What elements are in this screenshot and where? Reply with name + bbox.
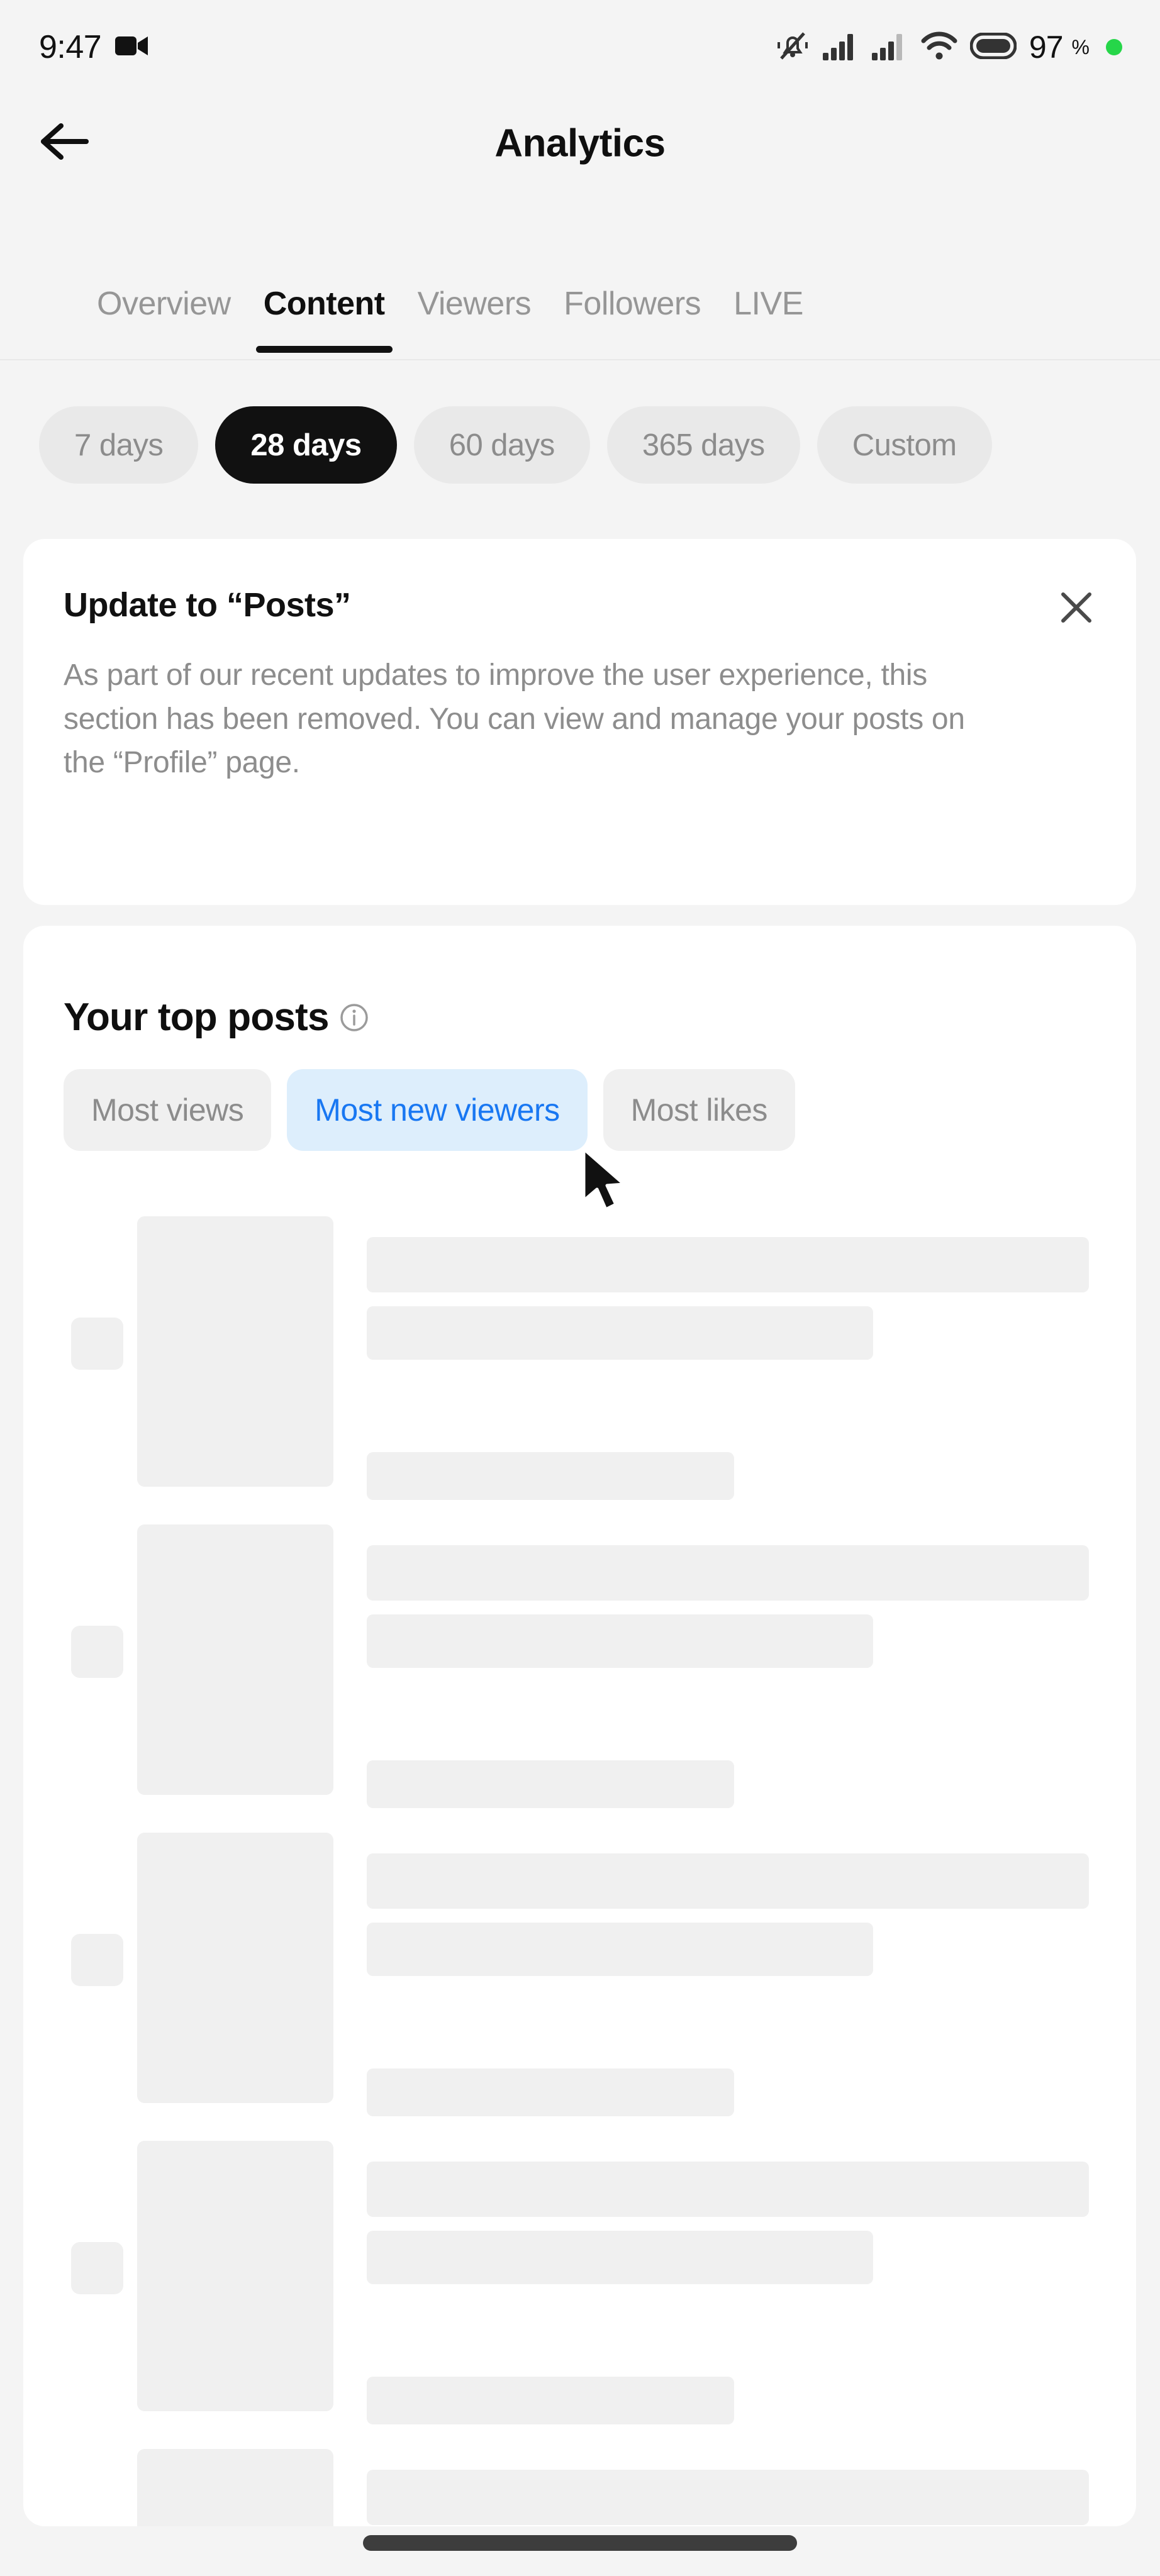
skeleton-checkbox — [71, 1934, 123, 1986]
notice-close-button[interactable] — [1056, 588, 1097, 630]
range-chip-custom[interactable]: Custom — [817, 406, 992, 484]
tab-overview[interactable]: Overview — [81, 247, 247, 359]
mouse-cursor — [580, 1146, 637, 1216]
info-circle-icon[interactable] — [339, 1002, 369, 1033]
cellular-signal-icon — [871, 31, 908, 64]
list-item — [23, 1524, 1136, 1833]
bell-muted-icon — [775, 28, 810, 67]
wifi-icon — [921, 31, 957, 64]
home-indicator-bar[interactable] — [363, 2535, 797, 2551]
skeleton-thumbnail — [137, 1216, 333, 1487]
posts-update-notice-card: Update to “Posts” As part of our recent … — [23, 539, 1136, 905]
skeleton-thumbnail — [137, 2141, 333, 2411]
tab-viewers[interactable]: Viewers — [401, 247, 548, 359]
skeleton-checkbox — [71, 1626, 123, 1678]
cellular-signal-icon — [822, 31, 859, 64]
top-posts-skeleton-list — [23, 1216, 1136, 2526]
page-title: Analytics — [494, 121, 666, 165]
range-chip-365-days[interactable]: 365 days — [606, 406, 800, 484]
close-icon — [1057, 588, 1096, 630]
skeleton-line-meta — [367, 1452, 734, 1500]
top-posts-sort-filter[interactable]: Most views Most new viewers Most likes — [64, 1069, 1136, 1151]
app-header: Analytics — [0, 94, 1160, 192]
skeleton-line-secondary — [367, 1306, 873, 1360]
range-chip-60-days[interactable]: 60 days — [413, 406, 590, 484]
battery-percent-symbol: % — [1071, 35, 1090, 58]
tab-content[interactable]: Content — [247, 247, 401, 359]
skeleton-line-primary — [367, 2470, 1089, 2525]
list-item — [23, 1833, 1136, 2141]
sort-chip-most-views[interactable]: Most views — [64, 1069, 272, 1151]
phone-screen: 9:47 97 % Analytics Overview Content Vie… — [0, 0, 1160, 2576]
skeleton-line-secondary — [367, 2231, 873, 2284]
skeleton-thumbnail — [137, 2449, 333, 2526]
range-chip-28-days[interactable]: 28 days — [215, 406, 397, 484]
date-range-filter[interactable]: 7 days 28 days 60 days 365 days Custom — [0, 362, 1160, 528]
sort-chip-most-likes[interactable]: Most likes — [603, 1069, 795, 1151]
status-bar: 9:47 97 % — [0, 0, 1160, 94]
video-camera-icon — [115, 34, 149, 61]
skeleton-line-secondary — [367, 1923, 873, 1976]
skeleton-line-meta — [367, 1760, 734, 1808]
status-bar-right: 97 % — [775, 28, 1122, 67]
range-chip-7-days[interactable]: 7 days — [39, 406, 199, 484]
analytics-tabs[interactable]: Overview Content Viewers Followers LIVE — [0, 247, 1160, 360]
skeleton-line-secondary — [367, 1614, 873, 1668]
status-bar-left: 9:47 — [39, 28, 149, 66]
battery-percent: 97 — [1029, 30, 1064, 65]
tab-live[interactable]: LIVE — [717, 247, 820, 359]
skeleton-thumbnail — [137, 1524, 333, 1795]
list-item — [23, 1216, 1136, 1524]
status-time: 9:47 — [39, 29, 102, 65]
list-item — [23, 2449, 1136, 2526]
green-recording-dot — [1106, 39, 1122, 55]
top-posts-title: Your top posts — [64, 996, 329, 1039]
notice-title: Update to “Posts” — [64, 586, 351, 624]
skeleton-line-primary — [367, 1853, 1089, 1909]
skeleton-line-meta — [367, 2377, 734, 2424]
top-posts-header: Your top posts — [64, 995, 369, 1040]
battery-full-icon — [969, 32, 1017, 62]
sort-chip-most-new-viewers[interactable]: Most new viewers — [287, 1069, 588, 1151]
skeleton-line-primary — [367, 2162, 1089, 2217]
notice-body-text: As part of our recent updates to improve… — [64, 658, 965, 780]
tab-followers[interactable]: Followers — [547, 247, 717, 359]
skeleton-line-primary — [367, 1545, 1089, 1601]
skeleton-line-meta — [367, 2068, 734, 2116]
list-item — [23, 2141, 1136, 2449]
skeleton-thumbnail — [137, 1833, 333, 2103]
skeleton-line-primary — [367, 1237, 1089, 1292]
skeleton-checkbox — [71, 2242, 123, 2294]
skeleton-checkbox — [71, 1318, 123, 1370]
